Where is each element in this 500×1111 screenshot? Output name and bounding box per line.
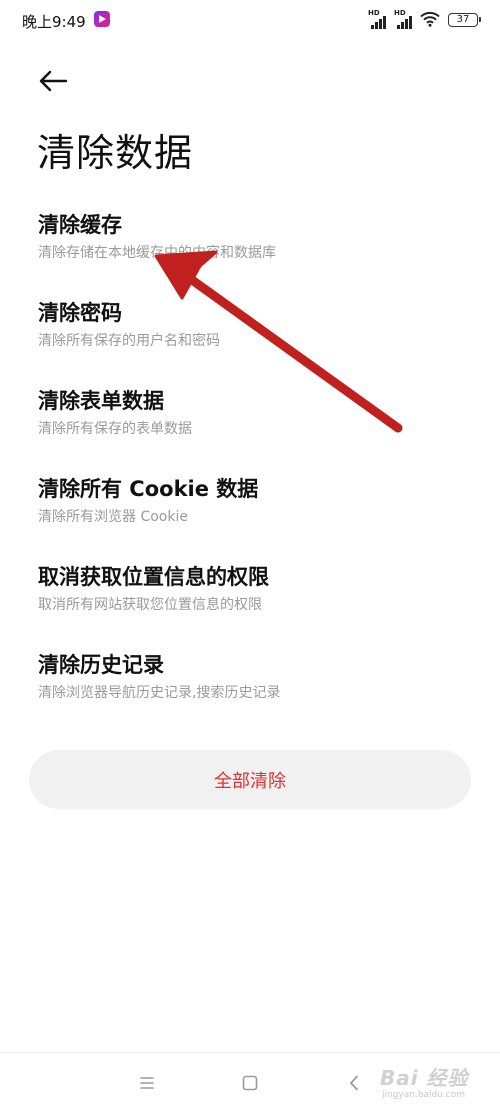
item-title: 清除表单数据: [38, 389, 164, 413]
item-title: 清除历史记录: [38, 653, 164, 677]
item-description: 清除所有保存的表单数据: [38, 421, 192, 437]
item-description: 清除存储在本地缓存中的内容和数据库: [38, 245, 276, 261]
item-description: 清除所有浏览器 Cookie: [38, 509, 188, 525]
clear-history-item[interactable]: 清除历史记录 清除浏览器导航历史记录,搜索历史记录: [0, 645, 500, 733]
clear-passwords-item[interactable]: 清除密码 清除所有保存的用户名和密码: [0, 293, 500, 381]
revoke-location-permission-item[interactable]: 取消获取位置信息的权限 取消所有网站获取您位置信息的权限: [0, 557, 500, 645]
menu-icon[interactable]: [133, 1069, 161, 1097]
battery-indicator: 37: [448, 13, 481, 27]
square-home-icon[interactable]: [236, 1069, 264, 1097]
item-title: 清除缓存: [38, 213, 122, 237]
arrow-left-icon: [39, 70, 68, 92]
clear-cache-item[interactable]: 清除缓存 清除存储在本地缓存中的内容和数据库: [0, 205, 500, 293]
item-description: 取消所有网站获取您位置信息的权限: [38, 597, 262, 613]
item-title: 取消获取位置信息的权限: [38, 565, 269, 589]
chevron-left-icon[interactable]: [340, 1069, 368, 1097]
video-app-icon: [94, 11, 110, 27]
clear-form-data-item[interactable]: 清除表单数据 清除所有保存的表单数据: [0, 381, 500, 469]
item-title: 清除所有 Cookie 数据: [38, 477, 259, 501]
status-time: 晚上9:49: [22, 13, 86, 31]
item-description: 清除浏览器导航历史记录,搜索历史记录: [38, 685, 281, 701]
clear-all-button[interactable]: 全部清除: [29, 750, 471, 809]
back-button[interactable]: [30, 62, 76, 102]
signal-icon: HD: [368, 9, 390, 29]
baidu-jingyan-watermark: Bai 经验 jingyan.baidu.com: [380, 1066, 469, 1100]
page-title: 清除数据: [37, 131, 194, 175]
clear-cookies-item[interactable]: 清除所有 Cookie 数据 清除所有浏览器 Cookie: [0, 469, 500, 557]
item-description: 清除所有保存的用户名和密码: [38, 333, 220, 349]
item-title: 清除密码: [38, 301, 122, 325]
status-bar: 晚上9:49 HD HD 37: [0, 0, 500, 40]
signal-icon: HD: [394, 9, 416, 29]
wifi-icon: [420, 11, 440, 27]
